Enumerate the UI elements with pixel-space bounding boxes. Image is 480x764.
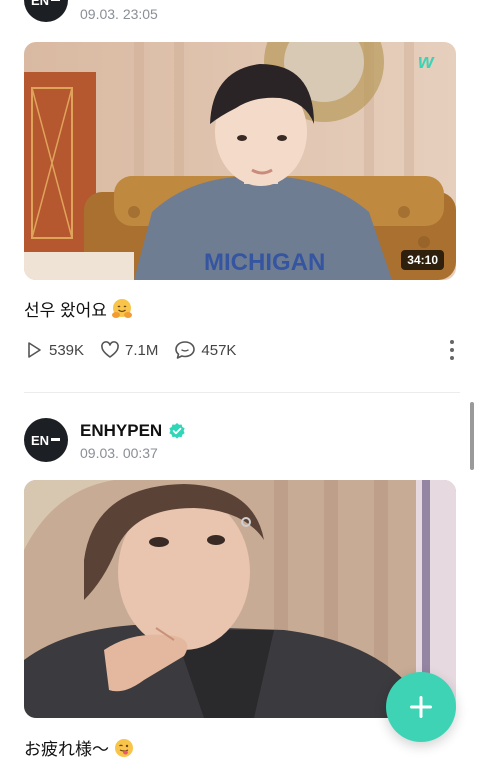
enhypen-logo-icon: EN bbox=[31, 433, 60, 447]
author-avatar[interactable]: EN bbox=[24, 418, 68, 462]
verified-badge-icon bbox=[169, 423, 185, 439]
post-date: 09.03. 00:37 bbox=[80, 445, 158, 461]
author-name-text: ENHYPEN bbox=[80, 421, 163, 440]
caption-text: お疲れ様～ bbox=[24, 740, 109, 759]
post-caption: お疲れ様～ bbox=[24, 735, 135, 760]
video-still-image bbox=[24, 480, 456, 718]
create-post-button[interactable] bbox=[386, 672, 456, 742]
face-with-tongue-emoji bbox=[115, 738, 133, 757]
svg-text:EN: EN bbox=[31, 433, 49, 447]
scrollbar-thumb[interactable] bbox=[470, 402, 474, 470]
author-name[interactable]: ENHYPEN bbox=[80, 421, 186, 441]
plus-icon bbox=[410, 696, 432, 718]
video-thumbnail[interactable] bbox=[24, 480, 456, 718]
post-2: EN ENHYPEN 09.03. 00:37 お疲れ様～ bbox=[0, 0, 480, 764]
